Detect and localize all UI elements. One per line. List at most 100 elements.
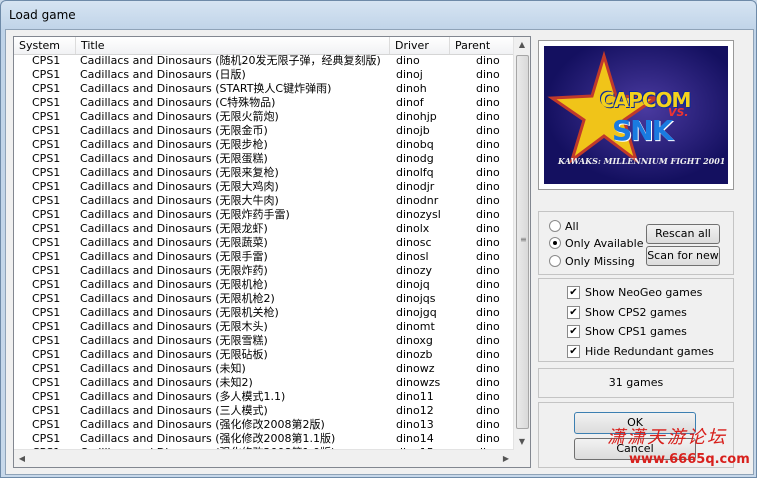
row-parent: dino <box>476 362 500 375</box>
list-item[interactable]: CPS1 Cadillacs and Dinosaurs (强化修改2008第2版… <box>14 418 514 432</box>
radio-all[interactable]: All <box>549 219 579 235</box>
row-driver: dinoh <box>396 82 427 95</box>
radio-only-available[interactable]: Only Available <box>549 236 643 252</box>
radio-only-available-icon[interactable] <box>549 237 561 249</box>
scroll-left-icon[interactable]: ◀ <box>14 450 30 467</box>
list-item[interactable]: CPS1 Cadillacs and Dinosaurs (未知) dinowz di… <box>14 362 514 376</box>
row-parent: dino <box>476 376 500 389</box>
cps2-check-icon[interactable]: ✔ <box>567 305 580 319</box>
game-count-panel: 31 games <box>538 368 734 398</box>
list-item[interactable]: CPS1 Cadillacs and Dinosaurs (无限大鸡肉) dinod… <box>14 180 514 194</box>
row-title: Cadillacs and Dinosaurs (无限木头) <box>80 320 268 333</box>
list-item[interactable]: CPS1 Cadillacs and Dinosaurs (强化修改2008第1.… <box>14 432 514 446</box>
row-system: CPS1 <box>32 222 61 235</box>
row-system: CPS1 <box>32 54 61 67</box>
list-item[interactable]: CPS1 Cadillacs and Dinosaurs (无限蔬菜) dinosc… <box>14 236 514 250</box>
list-item[interactable]: CPS1 Cadillacs and Dinosaurs (无限蛋糕) dinodg… <box>14 152 514 166</box>
column-header-parent[interactable]: Parent <box>450 37 514 54</box>
list-item[interactable]: CPS1 Cadillacs and Dinosaurs (无限金币) dinojb… <box>14 124 514 138</box>
row-title: Cadillacs and Dinosaurs (未知2) <box>80 376 253 389</box>
rescan-all-button[interactable]: Rescan all <box>646 224 720 244</box>
row-system: CPS1 <box>32 334 61 347</box>
list-item[interactable]: CPS1 Cadillacs and Dinosaurs (无限木头) dinomt… <box>14 320 514 334</box>
column-header-title[interactable]: Title <box>76 37 390 54</box>
scrollbar-corner <box>514 450 530 467</box>
radio-only-missing-icon[interactable] <box>549 255 561 267</box>
row-system: CPS1 <box>32 418 61 431</box>
row-system: CPS1 <box>32 404 61 417</box>
filter-group: All Only Available Only Missing Rescan a… <box>538 211 734 275</box>
row-system: CPS1 <box>32 110 61 123</box>
row-driver: dino13 <box>396 418 434 431</box>
row-title: Cadillacs and Dinosaurs (无限手雷) <box>80 250 268 263</box>
column-header-driver[interactable]: Driver <box>390 37 450 54</box>
row-title: Cadillacs and Dinosaurs (无限砧板) <box>80 348 268 361</box>
hide-redundant-checkbox[interactable]: ✔ Hide Redundant games <box>567 344 714 360</box>
row-system: CPS1 <box>32 362 61 375</box>
row-parent: dino <box>476 418 500 431</box>
list-item[interactable]: CPS1 Cadillacs and Dinosaurs (无限炸药) dinozy… <box>14 264 514 278</box>
scroll-thumb[interactable]: ≡ <box>516 55 529 429</box>
row-parent: dino <box>476 306 500 319</box>
title-bar[interactable]: Load game <box>1 1 757 29</box>
list-item[interactable]: CPS1 Cadillacs and Dinosaurs (无限机关枪) dinoj… <box>14 306 514 320</box>
row-title: Cadillacs and Dinosaurs (无限来复枪) <box>80 166 279 179</box>
games-list[interactable]: System Title Driver Parent CPS1 Cadillacs… <box>13 36 531 468</box>
list-item[interactable]: CPS1 Cadillacs and Dinosaurs (未知2) dinowzs… <box>14 376 514 390</box>
hide-redundant-label: Hide Redundant games <box>585 345 714 358</box>
list-item[interactable]: CPS1 Cadillacs and Dinosaurs (日版) dinoj din… <box>14 68 514 82</box>
scan-for-new-button[interactable]: Scan for new <box>646 246 720 266</box>
row-parent: dino <box>476 250 500 263</box>
row-system: CPS1 <box>32 180 61 193</box>
row-title: Cadillacs and Dinosaurs (日版) <box>80 68 246 81</box>
list-item[interactable]: CPS1 Cadillacs and Dinosaurs (无限雪糕) dinoxg… <box>14 334 514 348</box>
list-item[interactable]: CPS1 Cadillacs and Dinosaurs (无限龙虾) dinolx… <box>14 222 514 236</box>
row-system: CPS1 <box>32 208 61 221</box>
game-preview-image: CAPCOM VS. SNK KAWAKS: MILLENNIUM FIGHT … <box>538 40 734 190</box>
scroll-up-icon[interactable]: ▲ <box>514 37 530 53</box>
row-parent: dino <box>476 236 500 249</box>
horizontal-scrollbar[interactable]: ◀ ▶ <box>14 449 514 467</box>
scroll-down-icon[interactable]: ▼ <box>514 434 530 450</box>
watermark-chinese-text: 潇潇天游论坛 <box>607 427 727 448</box>
column-header-system[interactable]: System <box>14 37 76 54</box>
list-item[interactable]: CPS1 Cadillacs and Dinosaurs (无限手雷) dinosl… <box>14 250 514 264</box>
row-driver: dinojb <box>396 124 430 137</box>
row-driver: dinosl <box>396 250 429 263</box>
radio-all-label: All <box>565 220 579 233</box>
list-item[interactable]: CPS1 Cadillacs and Dinosaurs (无限火箭炮) dinoh… <box>14 110 514 124</box>
cps1-check-icon[interactable]: ✔ <box>567 324 580 338</box>
row-driver: dinojq <box>396 278 430 291</box>
row-driver: dinof <box>396 96 424 109</box>
row-parent: dino <box>476 138 500 151</box>
row-title: Cadillacs and Dinosaurs (无限蛋糕) <box>80 152 268 165</box>
redundant-check-icon[interactable]: ✔ <box>567 344 580 358</box>
load-game-window: Load game System Title Driver Parent CPS… <box>0 0 757 478</box>
list-item[interactable]: CPS1 Cadillacs and Dinosaurs (无限来复枪) dinol… <box>14 166 514 180</box>
window-title: Load game <box>9 8 76 22</box>
show-neogeo-checkbox[interactable]: ✔ Show NeoGeo games <box>567 285 702 301</box>
row-parent: dino <box>476 432 500 445</box>
row-driver: dino12 <box>396 404 434 417</box>
list-item[interactable]: CPS1 Cadillacs and Dinosaurs (无限大牛肉) dinod… <box>14 194 514 208</box>
list-item[interactable]: CPS1 Cadillacs and Dinosaurs (无限炸药手雷) dino… <box>14 208 514 222</box>
list-item[interactable]: CPS1 Cadillacs and Dinosaurs (START换人C键炸弹… <box>14 82 514 96</box>
show-cps1-checkbox[interactable]: ✔ Show CPS1 games <box>567 324 687 340</box>
list-item[interactable]: CPS1 Cadillacs and Dinosaurs (多人模式1.1) din… <box>14 390 514 404</box>
list-item[interactable]: CPS1 Cadillacs and Dinosaurs (C特殊物品) dinof… <box>14 96 514 110</box>
list-item[interactable]: CPS1 Cadillacs and Dinosaurs (随机20发无限子弹，经… <box>14 54 514 68</box>
radio-all-icon[interactable] <box>549 220 561 232</box>
neogeo-check-icon[interactable]: ✔ <box>567 285 580 299</box>
radio-only-missing[interactable]: Only Missing <box>549 254 635 270</box>
row-driver: dino11 <box>396 390 434 403</box>
list-item[interactable]: CPS1 Cadillacs and Dinosaurs (无限机枪) dinojq… <box>14 278 514 292</box>
show-cps2-checkbox[interactable]: ✔ Show CPS2 games <box>567 305 687 321</box>
scroll-right-icon[interactable]: ▶ <box>498 450 514 467</box>
list-item[interactable]: CPS1 Cadillacs and Dinosaurs (无限步枪) dinobq… <box>14 138 514 152</box>
row-driver: dinolfq <box>396 166 434 179</box>
list-item[interactable]: CPS1 Cadillacs and Dinosaurs (三人模式) dino12… <box>14 404 514 418</box>
vertical-scrollbar[interactable]: ▲ ≡ ▼ <box>513 37 530 450</box>
list-item[interactable]: CPS1 Cadillacs and Dinosaurs (无限砧板) dinozb… <box>14 348 514 362</box>
list-item[interactable]: CPS1 Cadillacs and Dinosaurs (无限机枪2) dinoj… <box>14 292 514 306</box>
row-system: CPS1 <box>32 138 61 151</box>
